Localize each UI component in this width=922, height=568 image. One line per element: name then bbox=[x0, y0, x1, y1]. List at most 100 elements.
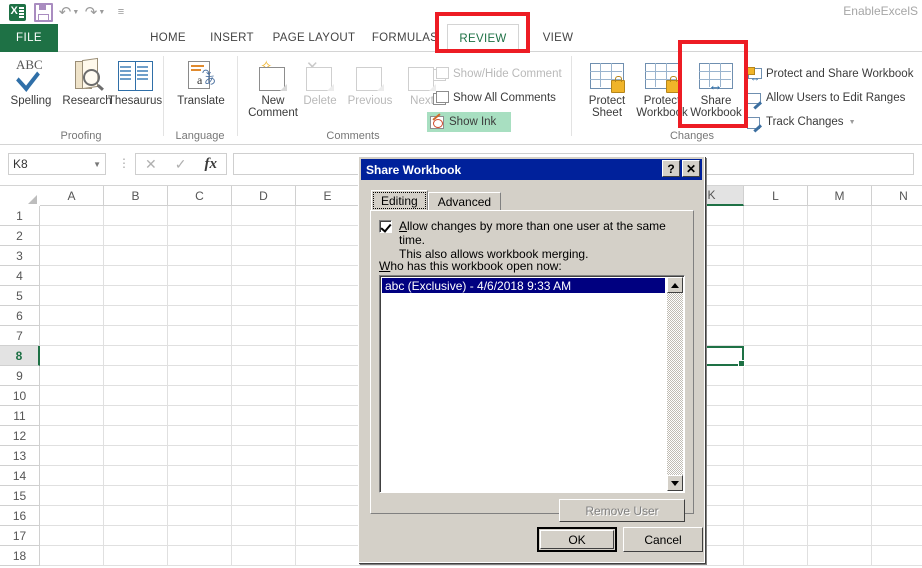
cell-L6[interactable] bbox=[744, 306, 808, 326]
column-header-m[interactable]: M bbox=[808, 186, 872, 206]
column-header-n[interactable]: N bbox=[872, 186, 922, 206]
cell-E11[interactable] bbox=[296, 406, 360, 426]
cell-C7[interactable] bbox=[168, 326, 232, 346]
cell-C6[interactable] bbox=[168, 306, 232, 326]
cell-D15[interactable] bbox=[232, 486, 296, 506]
row-header-1[interactable]: 1 bbox=[0, 206, 40, 226]
cell-C9[interactable] bbox=[168, 366, 232, 386]
cancel-icon[interactable]: ✕ bbox=[145, 156, 157, 173]
cell-E17[interactable] bbox=[296, 526, 360, 546]
row-header-11[interactable]: 11 bbox=[0, 406, 40, 426]
cell-C3[interactable] bbox=[168, 246, 232, 266]
scroll-up-icon[interactable] bbox=[667, 277, 683, 293]
cell-M9[interactable] bbox=[808, 366, 872, 386]
protect-sheet-button[interactable]: Protect Sheet bbox=[578, 55, 636, 123]
cell-L11[interactable] bbox=[744, 406, 808, 426]
cell-A13[interactable] bbox=[40, 446, 104, 466]
cell-N2[interactable] bbox=[872, 226, 922, 246]
formula-bar-handle[interactable]: ⋮ bbox=[118, 157, 130, 169]
cell-N15[interactable] bbox=[872, 486, 922, 506]
column-header-c[interactable]: C bbox=[168, 186, 232, 206]
cell-E5[interactable] bbox=[296, 286, 360, 306]
cell-D7[interactable] bbox=[232, 326, 296, 346]
list-item[interactable]: abc (Exclusive) - 4/6/2018 9:33 AM bbox=[382, 278, 665, 293]
cell-B6[interactable] bbox=[104, 306, 168, 326]
cell-N5[interactable] bbox=[872, 286, 922, 306]
cell-M12[interactable] bbox=[808, 426, 872, 446]
cell-E18[interactable] bbox=[296, 546, 360, 566]
cell-M13[interactable] bbox=[808, 446, 872, 466]
cell-L3[interactable] bbox=[744, 246, 808, 266]
cell-M7[interactable] bbox=[808, 326, 872, 346]
row-header-16[interactable]: 16 bbox=[0, 506, 40, 526]
cell-M15[interactable] bbox=[808, 486, 872, 506]
cell-E9[interactable] bbox=[296, 366, 360, 386]
cell-E6[interactable] bbox=[296, 306, 360, 326]
row-header-5[interactable]: 5 bbox=[0, 286, 40, 306]
close-icon[interactable]: ✕ bbox=[682, 160, 700, 177]
thesaurus-button[interactable]: Thesaurus bbox=[104, 55, 166, 123]
cell-E2[interactable] bbox=[296, 226, 360, 246]
cell-N14[interactable] bbox=[872, 466, 922, 486]
cell-M8[interactable] bbox=[808, 346, 872, 366]
cell-N17[interactable] bbox=[872, 526, 922, 546]
cell-A11[interactable] bbox=[40, 406, 104, 426]
tab-file[interactable]: FILE bbox=[0, 24, 58, 52]
cell-E14[interactable] bbox=[296, 466, 360, 486]
cell-E4[interactable] bbox=[296, 266, 360, 286]
cell-C2[interactable] bbox=[168, 226, 232, 246]
cell-D6[interactable] bbox=[232, 306, 296, 326]
cell-B10[interactable] bbox=[104, 386, 168, 406]
dialog-title-bar[interactable]: Share Workbook ? ✕ bbox=[361, 159, 702, 180]
cell-N12[interactable] bbox=[872, 426, 922, 446]
row-header-4[interactable]: 4 bbox=[0, 266, 40, 286]
row-header-12[interactable]: 12 bbox=[0, 426, 40, 446]
excel-logo-icon[interactable] bbox=[4, 2, 30, 22]
cell-D2[interactable] bbox=[232, 226, 296, 246]
show-ink-button[interactable]: Show Ink bbox=[427, 112, 511, 132]
column-header-l[interactable]: L bbox=[744, 186, 808, 206]
cell-D9[interactable] bbox=[232, 366, 296, 386]
cell-B11[interactable] bbox=[104, 406, 168, 426]
dialog-tab-advanced[interactable]: Advanced bbox=[427, 192, 502, 211]
cell-B18[interactable] bbox=[104, 546, 168, 566]
cell-C16[interactable] bbox=[168, 506, 232, 526]
cell-M14[interactable] bbox=[808, 466, 872, 486]
cell-C11[interactable] bbox=[168, 406, 232, 426]
cell-D11[interactable] bbox=[232, 406, 296, 426]
cell-L2[interactable] bbox=[744, 226, 808, 246]
cell-M1[interactable] bbox=[808, 206, 872, 226]
cell-M18[interactable] bbox=[808, 546, 872, 566]
ok-button[interactable]: OK bbox=[537, 527, 617, 552]
allow-users-to-edit-ranges-button[interactable]: Allow Users to Edit Ranges bbox=[744, 88, 907, 110]
row-header-3[interactable]: 3 bbox=[0, 246, 40, 266]
cell-N10[interactable] bbox=[872, 386, 922, 406]
cell-B14[interactable] bbox=[104, 466, 168, 486]
tab-view[interactable]: VIEW bbox=[523, 24, 593, 52]
cell-E1[interactable] bbox=[296, 206, 360, 226]
new-comment-button[interactable]: ✧ NewComment bbox=[244, 55, 302, 123]
cell-L8[interactable] bbox=[744, 346, 808, 366]
cell-D5[interactable] bbox=[232, 286, 296, 306]
cell-B17[interactable] bbox=[104, 526, 168, 546]
cell-N11[interactable] bbox=[872, 406, 922, 426]
allow-changes-checkbox[interactable] bbox=[379, 220, 392, 233]
confirm-icon[interactable]: ✓ bbox=[175, 156, 187, 173]
cell-D14[interactable] bbox=[232, 466, 296, 486]
cell-B9[interactable] bbox=[104, 366, 168, 386]
cancel-button[interactable]: Cancel bbox=[623, 527, 703, 552]
cell-L7[interactable] bbox=[744, 326, 808, 346]
cell-N7[interactable] bbox=[872, 326, 922, 346]
cell-C10[interactable] bbox=[168, 386, 232, 406]
share-workbook-button[interactable]: ↔ Share Workbook bbox=[684, 55, 748, 123]
row-header-14[interactable]: 14 bbox=[0, 466, 40, 486]
cell-C15[interactable] bbox=[168, 486, 232, 506]
cell-D4[interactable] bbox=[232, 266, 296, 286]
cell-B13[interactable] bbox=[104, 446, 168, 466]
cell-M11[interactable] bbox=[808, 406, 872, 426]
row-header-17[interactable]: 17 bbox=[0, 526, 40, 546]
cell-C17[interactable] bbox=[168, 526, 232, 546]
user-list-box[interactable]: abc (Exclusive) - 4/6/2018 9:33 AM bbox=[379, 275, 685, 493]
cell-D16[interactable] bbox=[232, 506, 296, 526]
name-box[interactable]: K8 ▼ bbox=[8, 153, 106, 175]
